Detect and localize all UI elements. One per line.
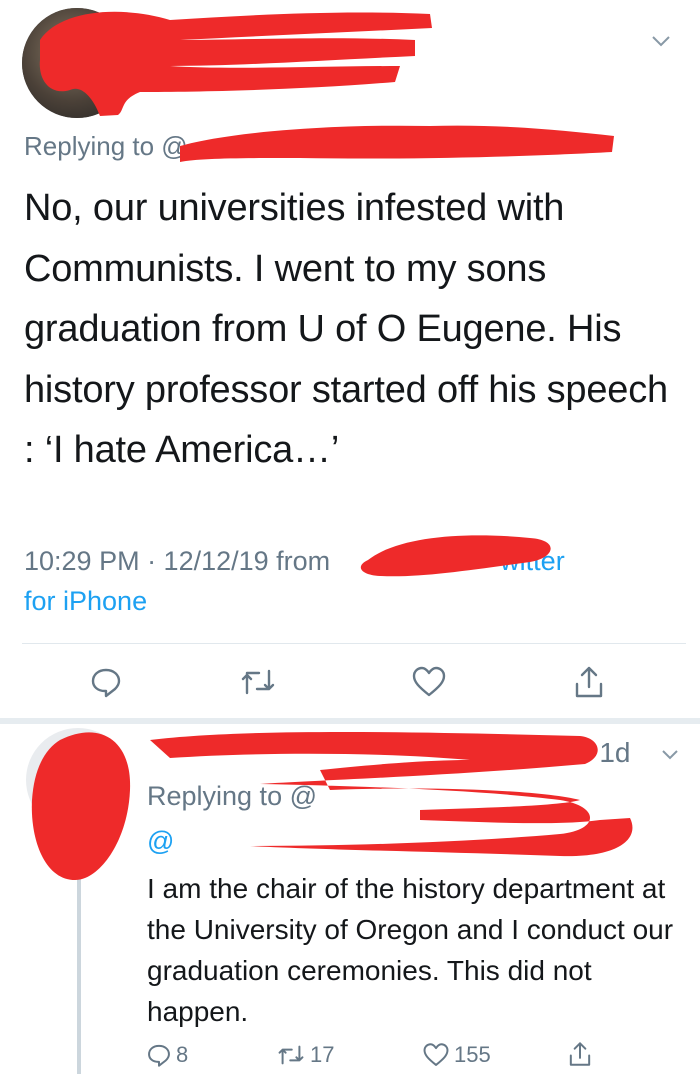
redaction-overlay <box>31 11 633 880</box>
